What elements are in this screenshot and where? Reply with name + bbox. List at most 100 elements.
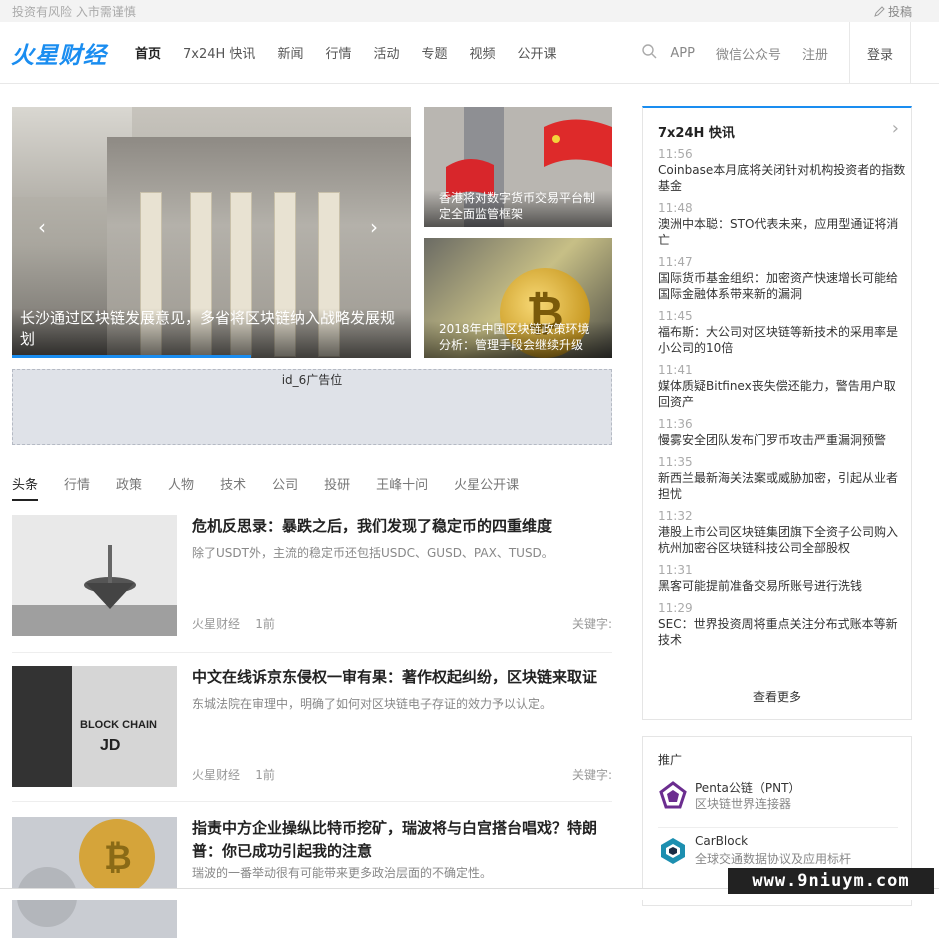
flash-time: 11:41 (658, 363, 693, 377)
article-item[interactable]: ₿ 指责中方企业操纵比特币挖矿，瑞波将与白宫搭台唱戏？特朗普：你已成功引起我的注… (12, 817, 612, 938)
flash-text[interactable]: 港股上市公司区块链集团旗下全资子公司购入杭州加密谷区块链科技公司全部股权 (658, 524, 906, 556)
flash-list: 11:56 Coinbase本月底将关闭针对机构投资者的指数基金 11:48 澳洲中… (658, 146, 906, 654)
flash-time: 11:32 (658, 509, 693, 523)
flash-text[interactable]: 黑客可能提前准备交易所账号进行洗钱 (658, 578, 906, 594)
chevron-right-icon[interactable]: › (892, 118, 899, 139)
tab-open-class[interactable]: 火星公开课 (454, 474, 519, 501)
contribute-label: 投稿 (887, 4, 912, 19)
ad-slot[interactable]: id_6广告位 (12, 369, 612, 445)
next-arrow-icon[interactable]: › (370, 215, 378, 239)
hero-slider[interactable]: ‹ › 长沙通过区块链发展意见，多省将区块链纳入战略发展规划 (12, 107, 411, 358)
flash-text[interactable]: Coinbase本月底将关闭针对机构投资者的指数基金 (658, 162, 906, 194)
flash-item[interactable]: 11:35 新西兰最新海关法案或威胁加密，引起从业者担忧 (658, 454, 906, 502)
article-title[interactable]: 中文在线诉京东侵权一审有果：著作权起纠纷，区块链来取证 (192, 666, 612, 689)
flash-item[interactable]: 11:48 澳洲中本聪：STO代表未来，应用型通证将消亡 (658, 200, 906, 248)
site-watermark: www.9niuym.com (728, 868, 934, 894)
penta-logo-icon (659, 781, 687, 809)
flash-item[interactable]: 11:32 港股上市公司区块链集团旗下全资子公司购入杭州加密谷区块链科技公司全部股… (658, 508, 906, 556)
tab-company[interactable]: 公司 (272, 474, 298, 501)
promo-item[interactable]: Penta公链（PNT） 区块链世界连接器 (658, 779, 898, 819)
register-link[interactable]: 注册 (802, 44, 828, 63)
view-more-link[interactable]: 查看更多 (643, 688, 911, 705)
flash-text[interactable]: 福布斯：大公司对区块链等新技术的采用率是小公司的10倍 (658, 324, 906, 356)
flash-text[interactable]: 澳洲中本聪：STO代表未来，应用型通证将消亡 (658, 216, 906, 248)
nav-open-class[interactable]: 公开课 (518, 43, 557, 62)
flash-item[interactable]: 11:36 慢雾安全团队发布门罗币攻击严重漏洞预警 (658, 416, 906, 448)
flash-item[interactable]: 11:45 福布斯：大公司对区块链等新技术的采用率是小公司的10倍 (658, 308, 906, 356)
prev-arrow-icon[interactable]: ‹ (38, 215, 46, 239)
svg-text:BLOCK CHAIN: BLOCK CHAIN (80, 719, 157, 731)
article-title[interactable]: 危机反思录：暴跌之后，我们发现了稳定币的四重维度 (192, 515, 612, 538)
flash-text[interactable]: 新西兰最新海关法案或威胁加密，引起从业者担忧 (658, 470, 906, 502)
pen-icon (874, 5, 885, 17)
side-card[interactable]: ₿ 2018年中国区块链政策环境分析：管理手段会继续升级 (424, 238, 612, 358)
article-source[interactable]: 火星财经 (192, 617, 240, 631)
side-cards: 香港将对数字货币交易平台制定全面监管框架 ₿ 2018年中国区块链政策环境分析：… (424, 107, 612, 358)
promo-name[interactable]: Penta公链（PNT） (695, 779, 800, 796)
flash-time: 11:45 (658, 309, 693, 323)
flash-item[interactable]: 11:31 黑客可能提前准备交易所账号进行洗钱 (658, 562, 906, 594)
main-column: ‹ › 长沙通过区块链发展意见，多省将区块链纳入战略发展规划 香港将对数字货币交… (12, 107, 612, 938)
main-nav: 首页 7x24H 快讯 新闻 行情 活动 专题 视频 公开课 (135, 43, 557, 62)
flash-time: 11:35 (658, 455, 693, 469)
divider (12, 652, 612, 653)
category-tabs: 头条 行情 政策 人物 技术 公司 投研 王峰十问 火星公开课 (12, 474, 545, 501)
article-meta: 火星财经 1前 (192, 615, 275, 632)
promo-name[interactable]: CarBlock (695, 834, 748, 848)
side-card[interactable]: 香港将对数字货币交易平台制定全面监管框架 (424, 107, 612, 227)
flash-time: 11:31 (658, 563, 693, 577)
tab-people[interactable]: 人物 (168, 474, 194, 501)
flash-time: 11:48 (658, 201, 693, 215)
article-thumbnail: BLOCK CHAIN JD (12, 666, 177, 787)
article-item[interactable]: 危机反思录：暴跌之后，我们发现了稳定币的四重维度 除了USDT外，主流的稳定币还… (12, 515, 612, 636)
flash-text[interactable]: 媒体质疑Bitfinex丧失偿还能力，警告用户取回资产 (658, 378, 906, 410)
flash-item[interactable]: 11:56 Coinbase本月底将关闭针对机构投资者的指数基金 (658, 146, 906, 194)
article-item[interactable]: BLOCK CHAIN JD 中文在线诉京东侵权一审有果：著作权起纠纷，区块链来取… (12, 666, 612, 787)
header-right: APP 微信公众号 注册 登录 (641, 22, 939, 84)
tab-research[interactable]: 投研 (324, 474, 350, 501)
tab-tech[interactable]: 技术 (220, 474, 246, 501)
site-logo[interactable]: 火星财经 (11, 36, 121, 70)
contribute-link[interactable]: 投稿 (874, 3, 912, 20)
article-meta: 火星财经 1前 (192, 766, 275, 783)
nav-topics[interactable]: 专题 (421, 43, 447, 62)
article-desc: 东城法院在审理中，明确了如何对区块链电子存证的效力予以认定。 (192, 697, 553, 711)
wechat-link[interactable]: 微信公众号 (716, 44, 781, 63)
tab-wangfeng[interactable]: 王峰十问 (376, 474, 428, 501)
nav-flash[interactable]: 7x24H 快讯 (183, 43, 255, 62)
flash-text[interactable]: SEC：世界投资周将重点关注分布式账本等新技术 (658, 616, 906, 648)
nav-events[interactable]: 活动 (373, 43, 399, 62)
promo-sub: 区块链世界连接器 (695, 797, 792, 811)
flash-title[interactable]: 7x24H 快讯 (658, 122, 735, 141)
flash-time: 11:36 (658, 417, 693, 431)
flash-item[interactable]: 11:41 媒体质疑Bitfinex丧失偿还能力，警告用户取回资产 (658, 362, 906, 410)
flash-text[interactable]: 国际货币基金组织：加密资产快速增长可能给国际金融体系带来新的漏洞 (658, 270, 906, 302)
nav-home[interactable]: 首页 (135, 43, 161, 62)
hero-progress-bar (12, 355, 252, 358)
flash-text[interactable]: 慢雾安全团队发布门罗币攻击严重漏洞预警 (658, 432, 906, 448)
tab-market[interactable]: 行情 (64, 474, 90, 501)
article-source[interactable]: 火星财经 (192, 768, 240, 782)
article-thumbnail: ₿ (12, 817, 177, 938)
flash-item[interactable]: 11:47 国际货币基金组织：加密资产快速增长可能给国际金融体系带来新的漏洞 (658, 254, 906, 302)
search-icon[interactable] (641, 43, 657, 63)
promo-sub: 全球交通数据协议及应用标杆 (695, 852, 852, 866)
flash-time: 11:29 (658, 601, 693, 615)
site-header: 火星财经 首页 7x24H 快讯 新闻 行情 活动 专题 视频 公开课 APP … (0, 22, 939, 84)
side-card-caption: 香港将对数字货币交易平台制定全面监管框架 (424, 190, 612, 227)
article-keywords: 关键字: (571, 768, 612, 782)
tab-policy[interactable]: 政策 (116, 474, 142, 501)
hero-caption[interactable]: 长沙通过区块链发展意见，多省将区块链纳入战略发展规划 (12, 308, 411, 358)
nav-news[interactable]: 新闻 (277, 43, 303, 62)
flash-news-panel: 7x24H 快讯 › 11:56 Coinbase本月底将关闭针对机构投资者的指数… (642, 106, 912, 720)
nav-video[interactable]: 视频 (470, 43, 496, 62)
app-link[interactable]: APP (670, 46, 695, 61)
flash-item[interactable]: 11:29 SEC：世界投资周将重点关注分布式账本等新技术 (658, 600, 906, 648)
article-keywords: 关键字: (571, 617, 612, 631)
login-button[interactable]: 登录 (849, 22, 911, 84)
tab-headline[interactable]: 头条 (12, 474, 39, 501)
svg-text:₿: ₿ (104, 838, 132, 878)
nav-market[interactable]: 行情 (325, 43, 351, 62)
promo-title: 推广 (658, 753, 683, 767)
article-title[interactable]: 指责中方企业操纵比特币挖矿，瑞波将与白宫搭台唱戏？特朗普：你已成功引起我的注意 (192, 817, 612, 863)
